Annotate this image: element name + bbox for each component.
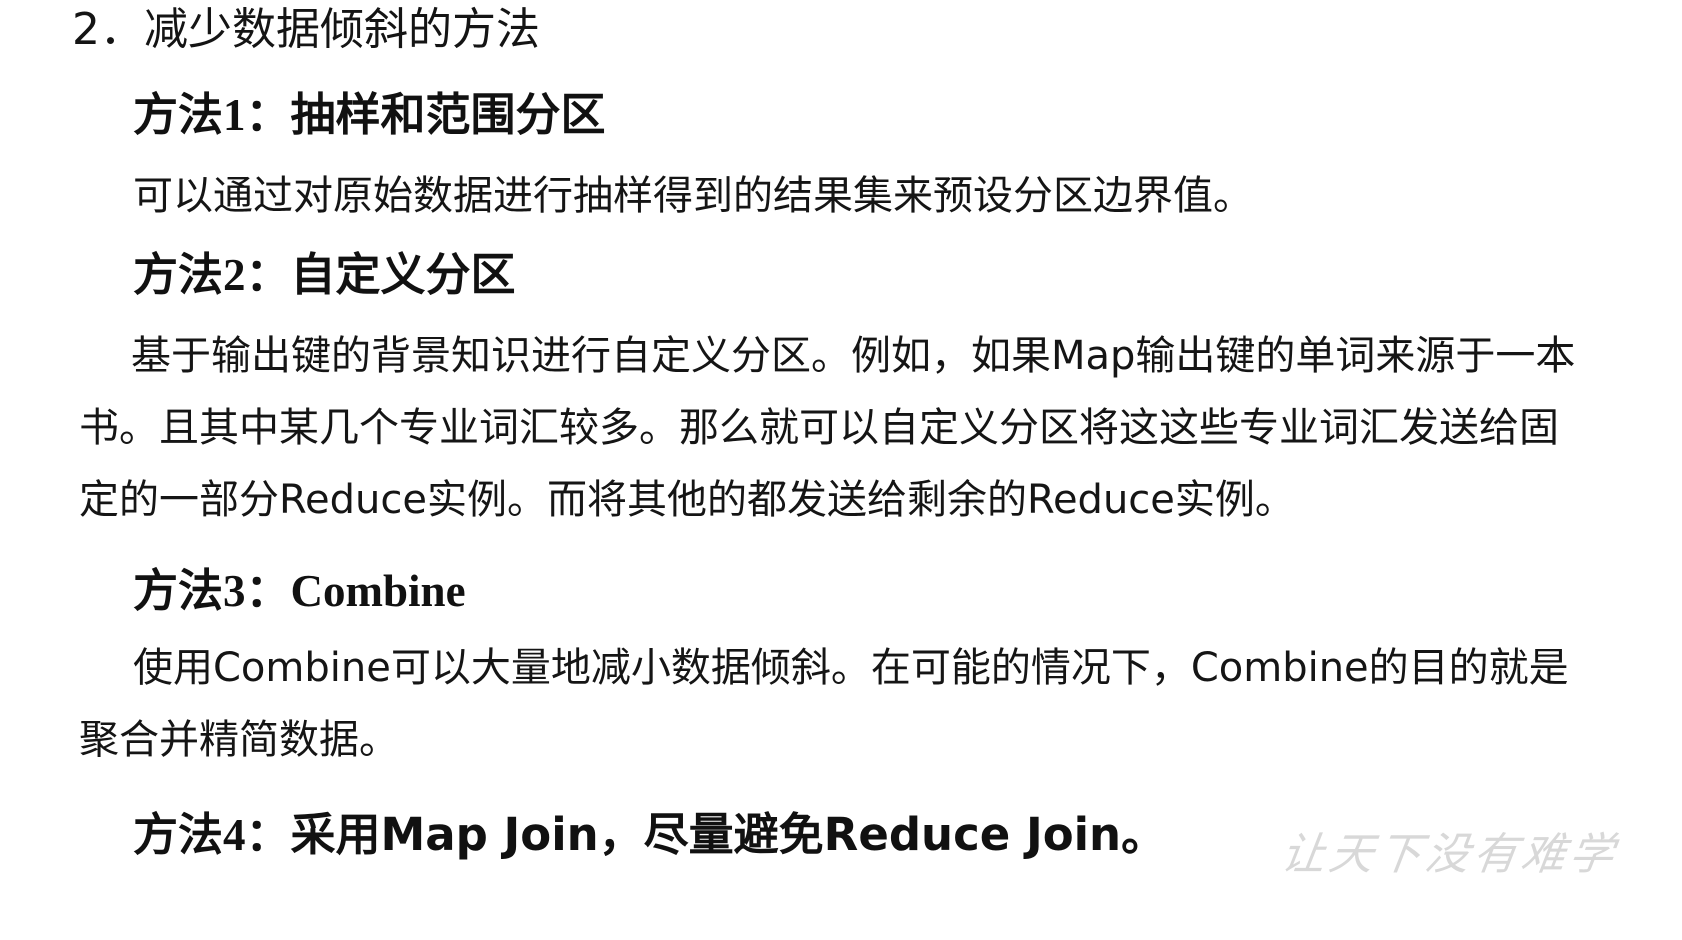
method-4-title-body: 采用Map Join，尽量避免Reduce Join。	[290, 808, 1167, 861]
method-2-title-body: 自定义分区	[290, 248, 516, 301]
method-3-paragraph-line: 使用Combine可以大量地减小数据倾斜。在可能的情况下，Combine的目的就…	[133, 645, 1569, 691]
method-1-title-sep: ：	[245, 88, 291, 141]
method-2-title-prefix: 方法	[133, 248, 224, 301]
method-2-title: 方法2：自定义分区	[133, 252, 516, 298]
method-1-title-num: 1	[223, 90, 246, 140]
method-1-title-prefix: 方法	[133, 88, 224, 141]
watermark-text: 让天下没有难学	[1277, 829, 1621, 880]
method-4-title-num: 4	[223, 810, 246, 860]
method-1-title-body: 抽样和范围分区	[290, 88, 606, 141]
method-4-title-prefix: 方法	[133, 808, 224, 861]
method-3-title-num: 3	[223, 566, 246, 616]
method-2-title-num: 2	[223, 250, 246, 300]
method-4-title-sep: ：	[245, 808, 291, 861]
section-title: 2．减少数据倾斜的方法	[72, 4, 540, 55]
method-3-title: 方法3：Combine	[133, 568, 466, 614]
method-2-paragraph-line: 基于输出键的背景知识进行自定义分区。例如，如果Map输出键的单词来源于一本	[131, 333, 1576, 379]
method-3-title-body: Combine	[290, 566, 466, 616]
method-3-title-sep: ：	[245, 564, 291, 617]
method-3-title-prefix: 方法	[133, 564, 224, 617]
method-4-title: 方法4：采用Map Join，尽量避免Reduce Join。	[133, 812, 1166, 858]
method-2-paragraph-line: 书。且其中某几个专业词汇较多。那么就可以自定义分区将这这些专业词汇发送给固	[79, 405, 1559, 451]
document-page: 2．减少数据倾斜的方法 方法1：抽样和范围分区 可以通过对原始数据进行抽样得到的…	[0, 0, 1682, 940]
method-2-title-sep: ：	[245, 248, 291, 301]
method-1-title: 方法1：抽样和范围分区	[133, 92, 606, 138]
method-1-paragraph-line: 可以通过对原始数据进行抽样得到的结果集来预设分区边界值。	[133, 173, 1253, 219]
method-3-paragraph-line: 聚合并精简数据。	[79, 717, 399, 763]
method-2-paragraph-line: 定的一部分Reduce实例。而将其他的都发送给剩余的Reduce实例。	[79, 477, 1295, 523]
